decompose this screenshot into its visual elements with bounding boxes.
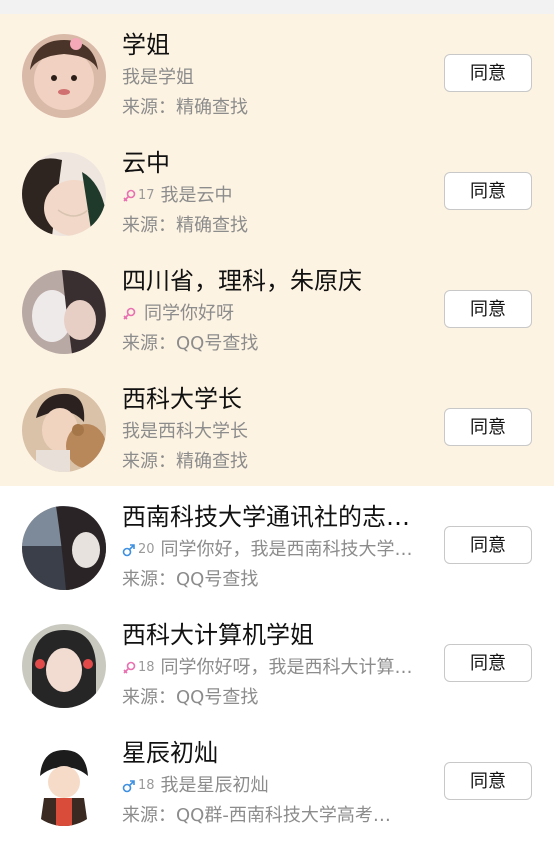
agree-button[interactable]: 同意 <box>444 526 532 564</box>
request-message: 18 我是星辰初灿 <box>122 772 432 800</box>
avatar[interactable] <box>22 388 106 472</box>
agree-button[interactable]: 同意 <box>444 172 532 210</box>
age-label: 18 <box>138 778 155 793</box>
request-message-text: 我是西科大学长 <box>122 421 248 442</box>
age-label: 20 <box>138 542 155 557</box>
avatar[interactable] <box>22 270 106 354</box>
requester-name: 学姐 <box>122 31 170 59</box>
request-message: 18 同学你好呀，我是西科大计算… <box>122 654 432 682</box>
avatar[interactable] <box>22 152 106 236</box>
requester-name: 西科大学长 <box>122 385 242 413</box>
female-icon <box>123 307 136 320</box>
request-item[interactable]: 西科大学长 我是西科大学长 来源：精确查找 同意 <box>0 368 554 486</box>
male-icon <box>122 544 135 557</box>
request-message-text: 我是星辰初灿 <box>160 775 269 796</box>
female-icon <box>123 661 136 674</box>
agree-button[interactable]: 同意 <box>444 408 532 446</box>
avatar[interactable] <box>22 742 106 826</box>
request-source: 来源：QQ号查找 <box>122 333 259 354</box>
request-message: 20 同学你好，我是西南科技大学… <box>122 536 432 564</box>
request-message: 同学你好呀 <box>122 300 432 328</box>
requester-name: 西科大计算机学姐 <box>122 621 314 649</box>
request-message-text: 我是学姐 <box>122 67 194 88</box>
request-source: 来源：精确查找 <box>122 97 248 118</box>
request-message: 我是学姐 <box>122 64 432 92</box>
requester-name: 西南科技大学通讯社的志… <box>122 503 410 531</box>
request-source: 来源：QQ号查找 <box>122 687 259 708</box>
age-label: 18 <box>138 660 155 675</box>
request-item[interactable]: 西南科技大学通讯社的志… 20 同学你好，我是西南科技大学… 来源：QQ号查找 … <box>0 486 554 604</box>
agree-button[interactable]: 同意 <box>444 644 532 682</box>
age-label: 17 <box>138 188 155 203</box>
gender-age-tag: 18 <box>122 772 155 800</box>
request-message: 17 我是云中 <box>122 182 432 210</box>
requester-name: 星辰初灿 <box>122 739 218 767</box>
gender-age-tag <box>122 307 138 321</box>
requester-name: 四川省，理科，朱原庆 <box>122 267 362 295</box>
requester-name: 云中 <box>122 149 170 177</box>
request-message-text: 同学你好呀，我是西科大计算… <box>160 657 413 678</box>
gender-age-tag: 20 <box>122 536 155 564</box>
male-icon <box>122 780 135 793</box>
request-item[interactable]: 云中 17 我是云中 来源：精确查找 同意 <box>0 132 554 250</box>
gender-age-tag: 17 <box>122 182 155 210</box>
friend-request-list: 学姐 我是学姐 来源：精确查找 同意 云中 17 我是云中 来源：精确查找 同意… <box>0 14 554 840</box>
request-message-text: 我是云中 <box>160 185 233 206</box>
agree-button[interactable]: 同意 <box>444 54 532 92</box>
request-item[interactable]: 学姐 我是学姐 来源：精确查找 同意 <box>0 14 554 132</box>
request-item[interactable]: 星辰初灿 18 我是星辰初灿 来源：QQ群-西南科技大学高考… 同意 <box>0 722 554 840</box>
agree-button[interactable]: 同意 <box>444 290 532 328</box>
request-source: 来源：精确查找 <box>122 451 248 472</box>
female-icon <box>123 189 136 202</box>
agree-button[interactable]: 同意 <box>444 762 532 800</box>
request-message: 我是西科大学长 <box>122 418 432 446</box>
avatar[interactable] <box>22 624 106 708</box>
request-message-text: 同学你好呀 <box>144 303 234 324</box>
avatar[interactable] <box>22 506 106 590</box>
gender-age-tag: 18 <box>122 654 155 682</box>
request-source: 来源：精确查找 <box>122 215 248 236</box>
request-item[interactable]: 西科大计算机学姐 18 同学你好呀，我是西科大计算… 来源：QQ号查找 同意 <box>0 604 554 722</box>
top-status-strip <box>0 0 554 14</box>
request-source: 来源：QQ号查找 <box>122 569 259 590</box>
avatar[interactable] <box>22 34 106 118</box>
request-item[interactable]: 四川省，理科，朱原庆 同学你好呀 来源：QQ号查找 同意 <box>0 250 554 368</box>
request-message-text: 同学你好，我是西南科技大学… <box>160 539 413 560</box>
request-source: 来源：QQ群-西南科技大学高考… <box>122 805 391 826</box>
